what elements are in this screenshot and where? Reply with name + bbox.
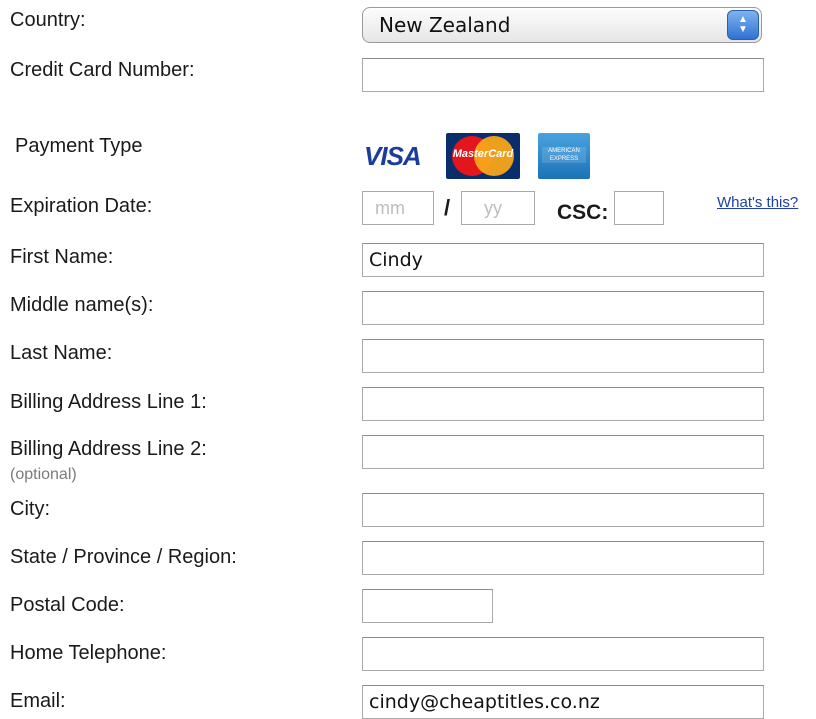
csc-input[interactable] [614,191,664,225]
expiration-label: Expiration Date: [10,195,153,217]
last-name-input[interactable] [362,339,764,373]
visa-logo-icon[interactable]: VISA [364,141,422,172]
first-name-input[interactable] [362,243,764,277]
home-telephone-input[interactable] [362,637,764,671]
exp-year-input[interactable] [461,191,535,225]
postal-code-input[interactable] [362,589,493,623]
city-input[interactable] [362,493,764,527]
credit-card-label: Credit Card Number: [10,59,195,81]
middle-name-label: Middle name(s): [10,294,154,316]
middle-name-input[interactable] [362,291,764,325]
billing-address-1-input[interactable] [362,387,764,421]
amex-logo-icon[interactable]: AMERICAN EXPRESS [538,133,590,179]
exp-slash: / [444,195,451,220]
mastercard-logo-icon[interactable]: MasterCard [446,133,520,179]
email-label: Email: [10,690,66,712]
payment-type-label: Payment Type [15,135,143,157]
postal-code-label: Postal Code: [10,594,125,616]
exp-month-input[interactable] [362,191,434,225]
country-selected-value: New Zealand [379,13,511,37]
first-name-label: First Name: [10,246,114,268]
country-select[interactable]: New Zealand ▲ ▼ [362,7,762,43]
whats-this-link[interactable]: What's this? [717,194,798,211]
billing-address-2-label: Billing Address Line 2: [10,438,207,460]
email-input[interactable] [362,685,764,719]
home-telephone-label: Home Telephone: [10,642,167,664]
city-label: City: [10,498,50,520]
billing-address-2-input[interactable] [362,435,764,469]
csc-label: CSC: [557,201,609,224]
last-name-label: Last Name: [10,342,113,364]
state-label: State / Province / Region: [10,546,237,568]
state-input[interactable] [362,541,764,575]
country-label: Country: [10,9,86,31]
billing-address-1-label: Billing Address Line 1: [10,391,207,413]
select-arrows-icon: ▲ ▼ [727,10,759,40]
optional-note: (optional) [10,466,77,483]
credit-card-input[interactable] [362,58,764,92]
